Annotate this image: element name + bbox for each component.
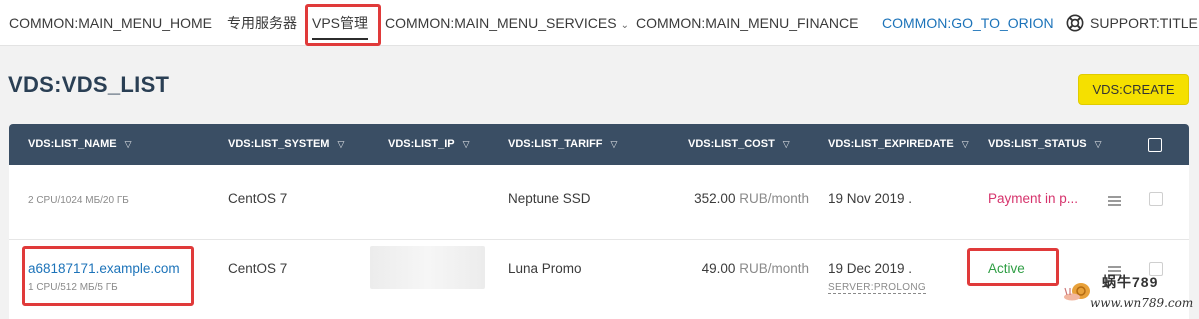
funnel-icon[interactable]: ▽	[125, 124, 132, 165]
row-expire-date: 19 Dec 2019 .	[828, 261, 913, 276]
create-vds-button[interactable]: VDS:CREATE	[1078, 74, 1189, 105]
column-header-system[interactable]: VDS:LIST_SYSTEM ▽	[228, 124, 344, 165]
column-header-name[interactable]: VDS:LIST_NAME ▽	[28, 124, 132, 165]
column-name-label: VDS:LIST_NAME	[28, 138, 117, 150]
watermark-url: www.wn789.com	[1090, 296, 1194, 310]
ip-address-redacted	[370, 246, 485, 289]
column-header-status[interactable]: VDS:LIST_STATUS ▽	[988, 124, 1102, 165]
nav-support[interactable]: SUPPORT:TITLE	[1066, 0, 1198, 46]
nav-home[interactable]: COMMON:MAIN_MENU_HOME	[9, 0, 212, 46]
row-cost-unit: RUB/month	[739, 191, 809, 206]
nav-dedicated-servers[interactable]: 专用服务器	[227, 0, 297, 46]
row-system: CentOS 7	[228, 261, 288, 276]
row-spec: 2 CPU/1024 МБ/20 ГБ	[28, 195, 129, 206]
top-navigation: COMMON:MAIN_MENU_HOME 专用服务器 VPS管理 COMMON…	[0, 0, 1199, 46]
funnel-icon[interactable]: ▽	[337, 124, 344, 165]
row-cost: 352.00 RUB/month	[668, 191, 809, 206]
lifebuoy-icon	[1066, 14, 1084, 32]
funnel-icon[interactable]: ▽	[611, 124, 618, 165]
row-spec: 1 CPU/512 МБ/5 ГБ	[28, 282, 118, 293]
column-expiredate-label: VDS:LIST_EXPIREDATE	[828, 138, 954, 150]
funnel-icon[interactable]: ▽	[1095, 124, 1102, 165]
page-title: VDS:VDS_LIST	[8, 72, 170, 97]
row-checkbox[interactable]	[1149, 192, 1163, 206]
row-cost-value: 352.00	[694, 191, 736, 206]
row-expire-date: 19 Nov 2019 .	[828, 191, 913, 206]
nav-go-to-orion[interactable]: COMMON:GO_TO_ORION	[882, 0, 1054, 46]
row-name-link[interactable]: a68187171.example.com	[28, 261, 180, 276]
funnel-icon[interactable]: ▽	[962, 124, 969, 165]
table-header: VDS:LIST_NAME ▽ VDS:LIST_SYSTEM ▽ VDS:LIST…	[9, 124, 1189, 165]
column-header-ip[interactable]: VDS:LIST_IP ▽	[388, 124, 470, 165]
hamburger-icon[interactable]	[1108, 196, 1121, 206]
funnel-icon[interactable]: ▽	[783, 124, 790, 165]
row-cost-unit: RUB/month	[739, 261, 809, 276]
funnel-icon[interactable]: ▽	[463, 124, 470, 165]
column-tariff-label: VDS:LIST_TARIFF	[508, 138, 603, 150]
table-row[interactable]: 2 CPU/1024 МБ/20 ГБ CentOS 7 Neptune SSD…	[9, 165, 1189, 240]
nav-finance[interactable]: COMMON:MAIN_MENU_FINANCE	[636, 0, 858, 46]
row-tariff: Neptune SSD	[508, 191, 591, 206]
column-system-label: VDS:LIST_SYSTEM	[228, 138, 330, 150]
nav-services[interactable]: COMMON:MAIN_MENU_SERVICES ⌄	[385, 0, 629, 46]
row-cost: 49.00 RUB/month	[668, 261, 809, 276]
watermark: 蜗牛789 www.wn789.com	[1062, 270, 1199, 319]
status-badge: Active	[988, 261, 1025, 276]
prolong-link[interactable]: SERVER:PROLONG	[828, 282, 926, 294]
row-system: CentOS 7	[228, 191, 288, 206]
column-header-expiredate[interactable]: VDS:LIST_EXPIREDATE ▽	[828, 124, 969, 165]
status-badge: Payment in p...	[988, 191, 1079, 206]
column-cost-label: VDS:LIST_COST	[688, 138, 775, 150]
vds-table: VDS:LIST_NAME ▽ VDS:LIST_SYSTEM ▽ VDS:LIST…	[9, 124, 1189, 319]
select-all-checkbox[interactable]	[1148, 138, 1162, 152]
table-row[interactable]: a68187171.example.com 1 CPU/512 МБ/5 ГБ …	[9, 240, 1189, 319]
nav-support-label: SUPPORT:TITLE	[1090, 15, 1198, 31]
column-header-cost[interactable]: VDS:LIST_COST ▽	[688, 124, 790, 165]
column-header-tariff[interactable]: VDS:LIST_TARIFF ▽	[508, 124, 617, 165]
nav-services-label: COMMON:MAIN_MENU_SERVICES	[385, 15, 617, 31]
column-status-label: VDS:LIST_STATUS	[988, 138, 1087, 150]
row-tariff: Luna Promo	[508, 261, 582, 276]
nav-vps-management[interactable]: VPS管理	[312, 0, 369, 46]
watermark-cn: 蜗牛789	[1102, 274, 1159, 290]
row-cost-value: 49.00	[701, 261, 736, 276]
column-ip-label: VDS:LIST_IP	[388, 138, 455, 150]
chevron-down-icon: ⌄	[620, 20, 629, 31]
